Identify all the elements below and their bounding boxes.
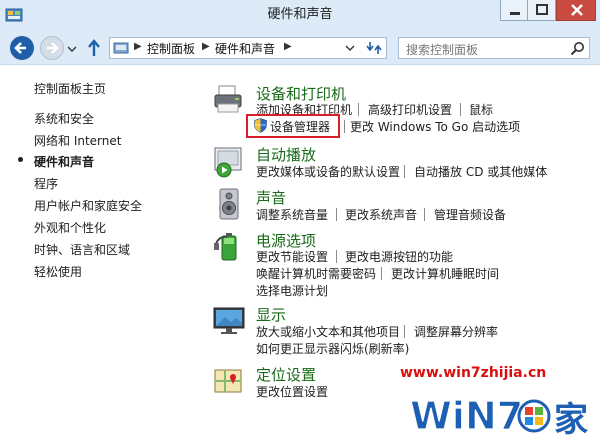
breadcrumb-separator-icon: ▶ [284, 41, 292, 52]
nav-item-home[interactable]: 控制面板主页 [34, 80, 106, 97]
link-windows-to-go[interactable]: 更改 Windows To Go 启动选项 [350, 118, 520, 135]
link-change-media-defaults[interactable]: 更改媒体或设备的默认设置 [256, 163, 400, 180]
link-separator [336, 250, 337, 263]
folder-icon [113, 42, 129, 54]
control-panel-window: 硬件和声音 ▶ 控制面板 ▶ 硬件和声音 ▶ 搜索控制面板 控制面板主页 系统和… [0, 0, 600, 445]
maximize-icon [536, 4, 548, 15]
back-arrow-icon [14, 42, 26, 54]
close-icon [571, 4, 583, 16]
refresh-icon[interactable] [365, 38, 383, 58]
link-mouse[interactable]: 鼠标 [469, 101, 493, 118]
link-manage-audio-devices[interactable]: 管理音频设备 [434, 206, 506, 223]
link-separator [344, 120, 345, 133]
link-fix-flicker[interactable]: 如何更正显示器闪烁(刷新率) [256, 340, 409, 357]
link-separator [358, 103, 359, 116]
search-placeholder: 搜索控制面板 [406, 43, 479, 57]
nav-item-user-accounts[interactable]: 用户帐户和家庭安全 [34, 197, 142, 214]
breadcrumb-separator-icon: ▶ [134, 41, 142, 52]
link-change-location-settings[interactable]: 更改位置设置 [256, 383, 328, 400]
monitor-icon[interactable] [213, 305, 245, 337]
category-title-location[interactable]: 定位设置 [256, 364, 316, 385]
link-power-button-function[interactable]: 更改电源按钮的功能 [345, 248, 453, 265]
link-require-password-wake[interactable]: 唤醒计算机时需要密码 [256, 265, 376, 282]
nav-item-network[interactable]: 网络和 Internet [34, 132, 121, 149]
nav-item-system-security[interactable]: 系统和安全 [34, 110, 94, 127]
minimize-button[interactable] [500, 0, 528, 21]
minimize-icon [510, 12, 520, 15]
link-choose-power-plan[interactable]: 选择电源计划 [256, 282, 328, 299]
breadcrumb-control-panel[interactable]: 控制面板 [147, 40, 195, 57]
battery-icon[interactable] [213, 230, 245, 262]
link-autoplay-cd[interactable]: 自动播放 CD 或其他媒体 [414, 163, 547, 180]
back-button[interactable] [10, 36, 34, 60]
link-change-system-sounds[interactable]: 更改系统声音 [345, 206, 417, 223]
category-title-sound[interactable]: 声音 [256, 187, 286, 208]
link-advanced-printer-settings[interactable]: 高级打印机设置 [368, 101, 452, 118]
title-bar: 硬件和声音 [0, 0, 600, 30]
breadcrumb-separator-icon: ▶ [202, 41, 210, 52]
link-change-power-saving[interactable]: 更改节能设置 [256, 248, 328, 265]
nav-item-programs[interactable]: 程序 [34, 175, 58, 192]
svg-text:家: 家 [554, 400, 588, 440]
device-manager-highlight-box [246, 114, 340, 138]
nav-item-clock-language[interactable]: 时钟、语言和区域 [34, 241, 130, 258]
category-title-display[interactable]: 显示 [256, 304, 286, 325]
search-box[interactable]: 搜索控制面板 [398, 37, 590, 59]
forward-button[interactable] [40, 36, 64, 60]
link-screen-resolution[interactable]: 调整屏幕分辨率 [414, 323, 498, 340]
active-bullet-icon [18, 157, 23, 162]
recent-pages-chevron-icon[interactable] [67, 44, 77, 54]
address-dropdown-chevron-icon[interactable] [343, 37, 357, 59]
link-separator [404, 165, 405, 178]
search-icon[interactable] [570, 41, 585, 56]
link-separator [336, 208, 337, 221]
nav-item-ease-of-access[interactable]: 轻松使用 [34, 263, 82, 280]
link-separator [460, 103, 461, 116]
link-enlarge-text[interactable]: 放大或缩小文本和其他项目 [256, 323, 400, 340]
breadcrumb-hardware-sound[interactable]: 硬件和声音 [215, 40, 275, 57]
svg-text:WiN7: WiN7 [410, 394, 523, 438]
link-change-sleep-time[interactable]: 更改计算机睡眠时间 [391, 265, 499, 282]
link-separator [424, 208, 425, 221]
link-adjust-volume[interactable]: 调整系统音量 [256, 206, 328, 223]
win7-home-logo-icon: WiN7 家 [409, 393, 588, 440]
category-title-autoplay[interactable]: 自动播放 [256, 144, 316, 165]
autoplay-icon[interactable] [213, 146, 245, 178]
nav-item-hardware-sound[interactable]: 硬件和声音 [34, 153, 94, 170]
printer-icon[interactable] [213, 84, 245, 116]
link-separator [381, 267, 382, 280]
up-arrow-icon[interactable] [86, 38, 102, 58]
maximize-button[interactable] [528, 0, 556, 21]
watermark-url: www.win7zhijia.cn [400, 365, 547, 381]
forward-arrow-icon [47, 42, 59, 54]
link-separator [404, 325, 405, 338]
nav-item-appearance[interactable]: 外观和个性化 [34, 219, 106, 236]
close-button[interactable] [556, 0, 596, 21]
speaker-icon[interactable] [213, 188, 245, 220]
map-icon[interactable] [213, 365, 245, 397]
